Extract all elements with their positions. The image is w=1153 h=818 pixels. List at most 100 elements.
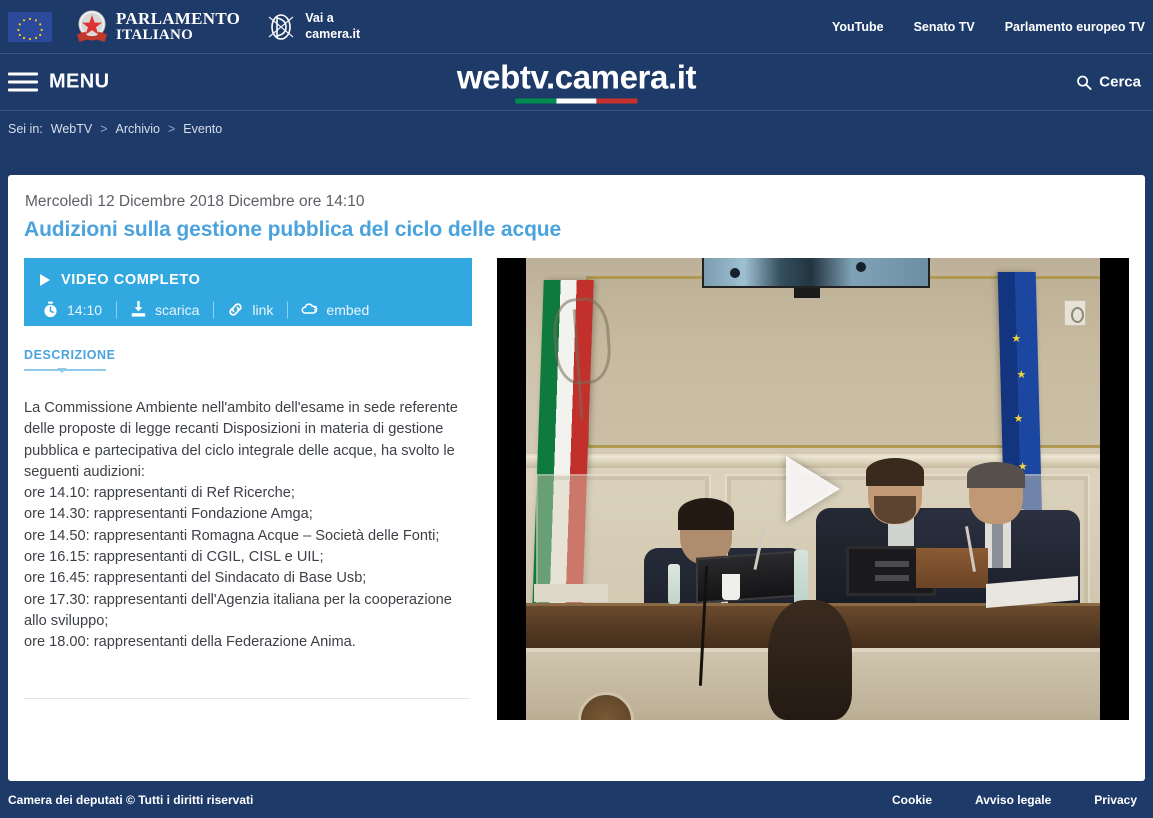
- eu-flag-star-2: ★: [1016, 369, 1027, 381]
- person-left-hair: [678, 498, 734, 530]
- desk-laptop: [696, 550, 804, 604]
- video-duration-value: 14:10: [67, 301, 103, 318]
- water-bottle-left: [668, 564, 680, 604]
- link-parlamento-europeo-tv[interactable]: Parlamento europeo TV: [1005, 20, 1145, 34]
- breadcrumb-separator-1: >: [100, 122, 108, 136]
- download-icon-svg: [131, 300, 146, 317]
- download-action[interactable]: scarica: [116, 300, 213, 318]
- footer-link-cookie[interactable]: Cookie: [892, 793, 932, 807]
- camera-link-label: Vai a camera.it: [305, 11, 360, 42]
- embed-action-label: embed: [326, 301, 370, 318]
- link-action-label: link: [252, 301, 274, 318]
- wall-monitor-dot-1: [730, 268, 740, 278]
- page-title: Audizioni sulla gestione pubblica del ci…: [24, 218, 562, 241]
- person-center-beard: [874, 496, 916, 524]
- event-card: Mercoledì 12 Dicembre 2018 Dicembre ore …: [8, 175, 1145, 781]
- video-player[interactable]: ★ ★ ★ ★ ★: [497, 258, 1129, 720]
- top-external-links: YouTube Senato TV Parlamento europeo TV: [832, 0, 1145, 53]
- breadcrumb-separator-2: >: [167, 122, 176, 136]
- parlamento-italiano-wordmark[interactable]: PARLAMENTO ITALIANO: [116, 10, 240, 43]
- description-divider: [24, 697, 470, 699]
- play-triangle-icon: [40, 274, 50, 286]
- stopwatch-icon: [42, 301, 59, 318]
- brand-line-2: ITALIANO: [116, 26, 194, 43]
- footer-copyright: Camera dei deputati © Tutti i diritti ri…: [8, 792, 254, 807]
- desk-keyboard: [534, 584, 608, 602]
- description-paragraph-5: ore 16.45: rappresentanti del Sindacato …: [24, 570, 367, 587]
- description-paragraph-2: ore 14.30: rappresentanti Fondazione Amg…: [24, 506, 313, 523]
- link-icon: [227, 301, 244, 318]
- description-text: La Commissione Ambiente nell'ambito dell…: [24, 398, 470, 654]
- breadcrumb-item-webtv[interactable]: WebTV: [51, 122, 92, 136]
- content-tabs: DESCRIZIONE: [24, 346, 472, 373]
- desk-folder: [916, 548, 988, 588]
- search-button-label: Cerca: [1099, 73, 1141, 91]
- link-youtube[interactable]: YouTube: [832, 20, 884, 34]
- breadcrumb-item-evento[interactable]: Evento: [183, 122, 222, 136]
- vai-a-camera-it-link[interactable]: Vai a camera.it: [266, 10, 360, 44]
- camera-link-line-2: camera.it: [305, 26, 361, 41]
- cloud-embed-icon: [301, 301, 318, 318]
- wall-sensor: [1064, 300, 1086, 326]
- italian-flag-underline-icon: [515, 98, 638, 104]
- breadcrumb-item-archivio[interactable]: Archivio: [116, 122, 160, 136]
- description-paragraph-4: ore 16.15: rappresentanti di CGIL, CISL …: [24, 549, 324, 566]
- description-paragraph-3: ore 14.50: rappresentanti Romagna Acque …: [24, 527, 440, 544]
- eu-flag-icon[interactable]: [8, 11, 52, 42]
- wall-monogram-emblem: [551, 296, 613, 386]
- menu-button[interactable]: MENU: [8, 71, 110, 94]
- stopwatch-icon-svg: [44, 301, 57, 318]
- wall-monitor-dot-2: [856, 262, 866, 272]
- masthead: MENU webtv.camera.it Cerca: [0, 53, 1153, 111]
- person-foreground: [748, 600, 868, 720]
- emblem-svg: [76, 10, 108, 42]
- download-icon: [130, 300, 147, 318]
- camera-dei-deputati-logo-icon: [266, 10, 296, 44]
- search-icon-svg: [1077, 75, 1092, 90]
- site-logo[interactable]: webtv.camera.it: [457, 61, 696, 104]
- footer-link-avviso-legale[interactable]: Avviso legale: [975, 793, 1051, 807]
- camera-link-line-1: Vai a: [305, 11, 334, 26]
- brand-line-1: PARLAMENTO: [116, 9, 241, 29]
- eu-flag-star-3: ★: [1013, 413, 1024, 425]
- tab-active-caret-icon: [57, 368, 67, 373]
- play-button-overlay-icon[interactable]: [786, 456, 840, 522]
- wall-monitor-mount: [794, 288, 820, 298]
- embed-action[interactable]: embed: [287, 301, 383, 318]
- description-paragraph-7: ore 18.00: rappresentanti della Federazi…: [24, 634, 356, 651]
- camera-logo-svg: [268, 13, 294, 40]
- eu-stars: [17, 17, 43, 40]
- breadcrumb: Sei in: WebTV > Archivio > Evento: [8, 111, 222, 147]
- bench-roundel: [578, 692, 634, 720]
- footer-link-privacy[interactable]: Privacy: [1094, 793, 1137, 807]
- paper-cup: [722, 574, 740, 600]
- video-completo-box: VIDEO COMPLETO 14:10 scarica link embed: [24, 258, 472, 326]
- search-icon: [1076, 74, 1092, 90]
- description-paragraph-6: ore 17.30: rappresentanti dell'Agenzia i…: [24, 591, 452, 629]
- video-completo-heading-row[interactable]: VIDEO COMPLETO: [40, 272, 456, 288]
- footer-links: Cookie Avviso legale Privacy: [892, 793, 1137, 807]
- hamburger-icon: [8, 72, 38, 92]
- link-icon-svg: [229, 303, 243, 316]
- link-senato-tv[interactable]: Senato TV: [914, 20, 975, 34]
- video-actions-row: 14:10 scarica link embed: [40, 300, 456, 318]
- top-brand-group: PARLAMENTO ITALIANO Vai a camera.it: [0, 0, 360, 53]
- italian-republic-emblem-icon[interactable]: [74, 7, 110, 47]
- breadcrumb-prefix: Sei in:: [8, 122, 43, 136]
- download-action-label: scarica: [155, 301, 200, 318]
- eu-flag-star-1: ★: [1011, 333, 1022, 345]
- menu-button-label: MENU: [49, 70, 110, 93]
- left-column: VIDEO COMPLETO 14:10 scarica link embed …: [24, 258, 472, 699]
- video-completo-label: VIDEO COMPLETO: [61, 272, 201, 288]
- wall-monitor: [702, 258, 930, 288]
- person-foreground-hair: [768, 600, 852, 720]
- page-footer: Camera dei deputati © Tutti i diritti ri…: [0, 781, 1153, 818]
- search-button[interactable]: Cerca: [1076, 74, 1141, 91]
- video-duration: 14:10: [40, 301, 116, 318]
- description-paragraph-0: La Commissione Ambiente nell'ambito dell…: [24, 400, 458, 480]
- site-logo-text: webtv.camera.it: [456, 58, 697, 96]
- cloud-embed-icon-svg: [301, 303, 318, 314]
- event-date: Mercoledì 12 Dicembre 2018 Dicembre ore …: [25, 193, 365, 210]
- description-paragraph-1: ore 14.10: rappresentanti di Ref Ricerch…: [24, 485, 295, 502]
- link-action[interactable]: link: [213, 301, 287, 318]
